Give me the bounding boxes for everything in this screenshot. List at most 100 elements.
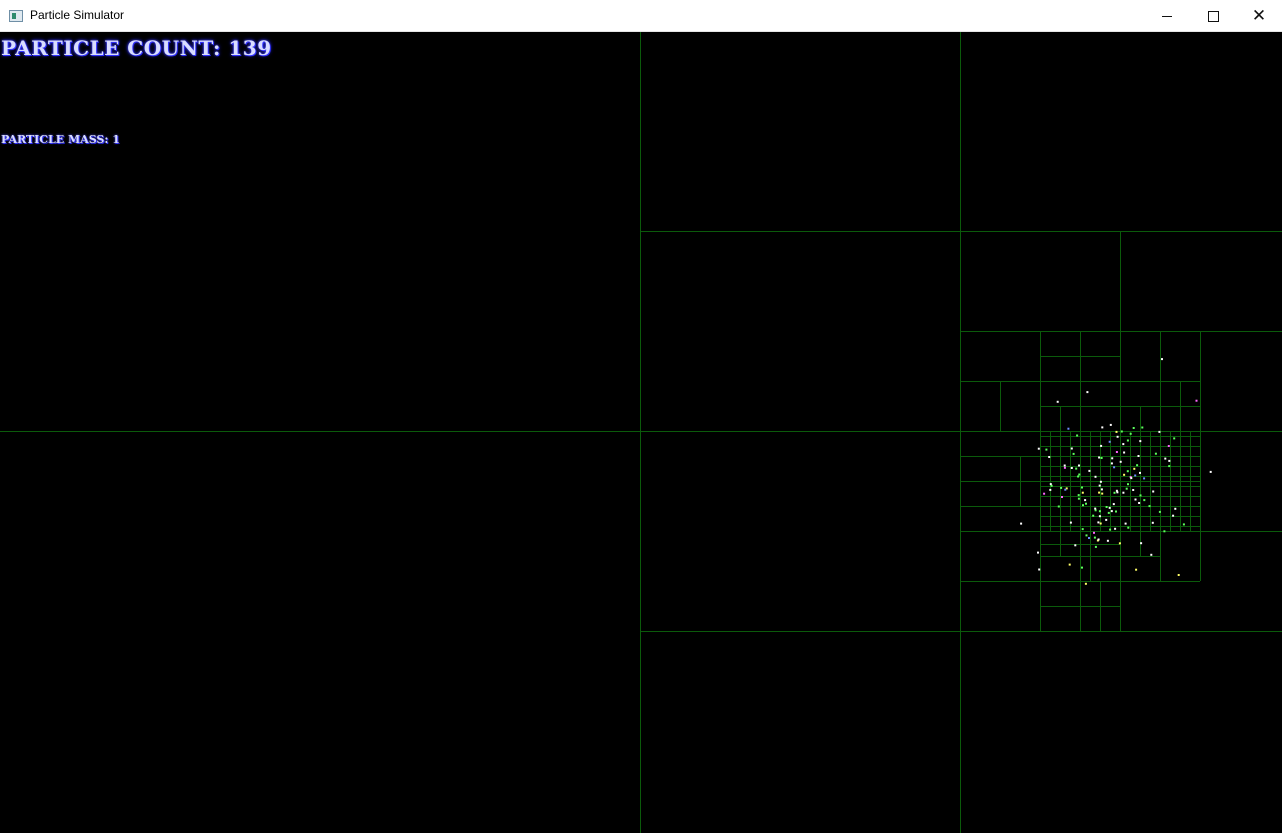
particle — [1150, 553, 1153, 556]
particle — [1085, 502, 1087, 505]
particle — [1116, 435, 1119, 438]
particle — [1109, 528, 1112, 531]
particle — [1048, 456, 1051, 458]
particle — [1168, 465, 1171, 468]
particle — [1098, 456, 1101, 459]
particle — [1082, 504, 1084, 507]
particle — [1134, 498, 1137, 501]
particle — [1113, 491, 1116, 494]
particle-count-label: PARTICLE COUNT: 139 — [1, 36, 272, 60]
particle-mass-label: PARTICLE MASS: 1 — [1, 133, 120, 146]
maximize-button[interactable] — [1190, 0, 1236, 32]
window-title: Particle Simulator — [30, 8, 125, 22]
particle — [1078, 473, 1081, 476]
particle — [1038, 568, 1041, 571]
particle — [1057, 505, 1060, 508]
particle — [1133, 467, 1136, 470]
particle — [1137, 455, 1140, 457]
particle — [1081, 491, 1084, 494]
particle — [1084, 499, 1087, 502]
particle — [1056, 400, 1059, 403]
particle — [1174, 507, 1177, 510]
particle — [1130, 477, 1133, 480]
particle — [1085, 534, 1088, 537]
title-bar[interactable]: Particle Simulator ✕ — [0, 0, 1282, 32]
particle — [1100, 488, 1103, 491]
minimize-button[interactable] — [1144, 0, 1190, 32]
particle — [1069, 521, 1072, 524]
particle — [1061, 496, 1063, 498]
particle — [1168, 459, 1171, 462]
particle — [1182, 523, 1185, 526]
particle — [1108, 506, 1111, 509]
particle — [1116, 491, 1119, 494]
particle — [1072, 452, 1075, 455]
particle — [1067, 427, 1070, 430]
particle — [1099, 522, 1102, 525]
particle — [1093, 536, 1096, 539]
particle — [1109, 423, 1112, 426]
particle — [1097, 521, 1100, 524]
particle — [1105, 506, 1108, 508]
particle — [1108, 440, 1111, 443]
app-window-icon — [9, 10, 23, 22]
particle — [1098, 510, 1101, 513]
particle — [1139, 494, 1142, 497]
particle — [1094, 507, 1097, 510]
particle — [1064, 488, 1067, 491]
particle — [1045, 448, 1048, 451]
particle — [1115, 430, 1118, 433]
particle — [1124, 522, 1127, 525]
particle — [1120, 430, 1123, 433]
particle — [1114, 527, 1117, 530]
particle — [1113, 466, 1116, 469]
particle — [1094, 545, 1097, 548]
particle — [1105, 518, 1108, 521]
particle — [1126, 439, 1129, 442]
particle — [1101, 426, 1104, 429]
particle — [1148, 505, 1151, 508]
particle — [1139, 440, 1142, 443]
particle — [1098, 484, 1101, 487]
particle — [1037, 551, 1039, 554]
particle — [1112, 503, 1115, 506]
particle — [1099, 480, 1102, 483]
particle — [1154, 452, 1157, 455]
particle — [1209, 470, 1212, 473]
particle — [1134, 474, 1137, 477]
particle — [1077, 494, 1080, 497]
particle — [1125, 487, 1128, 490]
particle — [1020, 522, 1023, 525]
particle — [1088, 469, 1091, 472]
particle — [1139, 471, 1141, 474]
particle — [1098, 491, 1101, 494]
particle — [1063, 464, 1066, 467]
particle — [1123, 473, 1126, 476]
particle — [1043, 492, 1046, 495]
particle — [1115, 451, 1118, 453]
particle — [1037, 447, 1040, 450]
particle — [1141, 426, 1144, 429]
particle — [1063, 466, 1066, 469]
particle — [1123, 451, 1126, 454]
close-button[interactable]: ✕ — [1236, 0, 1282, 32]
particle — [1060, 486, 1063, 489]
particle — [1086, 391, 1089, 394]
particle — [1138, 502, 1141, 504]
particle — [1164, 457, 1167, 460]
particle — [1158, 510, 1161, 513]
simulation-canvas[interactable] — [0, 32, 1282, 833]
particle — [1118, 542, 1121, 545]
particle — [1110, 462, 1113, 465]
particle — [1077, 497, 1080, 500]
particle — [1100, 457, 1103, 459]
particle — [1088, 537, 1090, 539]
particle — [1081, 566, 1083, 569]
particle — [1078, 464, 1080, 467]
particle — [1152, 490, 1155, 493]
particle — [1081, 486, 1083, 489]
particle — [1167, 445, 1170, 447]
particle — [1070, 467, 1073, 469]
particle — [1092, 514, 1095, 517]
particle — [1172, 514, 1175, 517]
